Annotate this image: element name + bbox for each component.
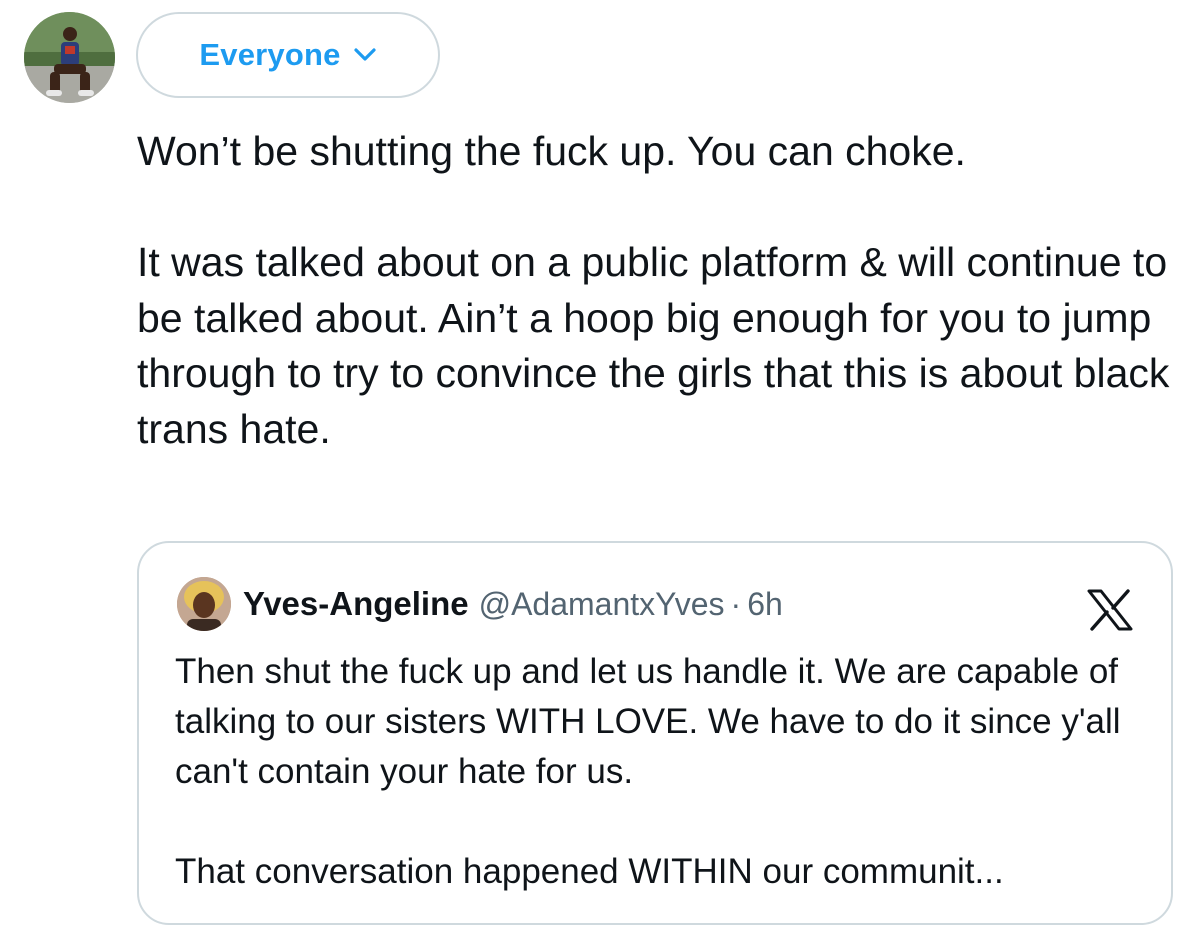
tweet-text[interactable]: Won’t be shutting the fuck up. You can c…: [137, 124, 1177, 457]
quoted-user-handle: @AdamantxYves: [478, 585, 725, 622]
avatar-photo: [24, 12, 115, 103]
quoted-tweet-header: Yves-Angeline @AdamantxYves · 6h: [177, 575, 783, 633]
chevron-down-icon: [353, 47, 377, 63]
tweet-paragraph: Won’t be shutting the fuck up. You can c…: [137, 128, 966, 174]
tweet-paragraph: It was talked about on a public platform…: [137, 239, 1170, 452]
quoted-user-name: Yves-Angeline: [243, 585, 469, 622]
user-avatar[interactable]: [24, 12, 115, 103]
quoted-tweet-time: 6h: [747, 585, 783, 622]
quoted-tweet-text: Then shut the fuck up and let us handle …: [175, 647, 1145, 897]
quoted-user-avatar: [177, 577, 231, 631]
quoted-tweet-paragraph: That conversation happened WITHIN our co…: [175, 852, 1004, 891]
audience-selector-button[interactable]: Everyone: [136, 12, 440, 98]
x-logo-icon: [1087, 589, 1133, 631]
meta-separator: ·: [730, 585, 742, 622]
audience-label: Everyone: [199, 37, 341, 72]
quoted-tweet-card[interactable]: Yves-Angeline @AdamantxYves · 6h Then sh…: [137, 541, 1173, 925]
quoted-tweet-paragraph: Then shut the fuck up and let us handle …: [175, 652, 1121, 791]
